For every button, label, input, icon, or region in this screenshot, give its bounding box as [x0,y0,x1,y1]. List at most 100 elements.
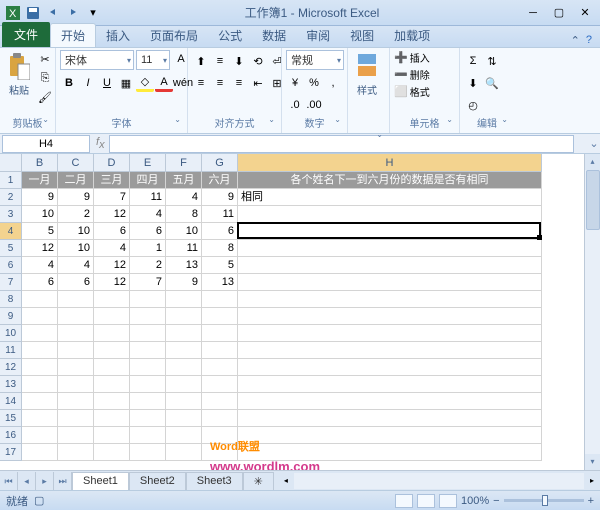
scroll-down-icon[interactable]: ▾ [585,454,600,470]
percent-icon[interactable]: % [305,74,323,92]
cell[interactable] [202,393,238,410]
cell[interactable] [94,359,130,376]
cell[interactable] [238,342,542,359]
cell[interactable] [202,376,238,393]
cell[interactable] [58,427,94,444]
formula-expand-icon[interactable]: ⌄ [588,137,600,150]
align-left-icon[interactable]: ≡ [192,74,210,92]
cell[interactable]: 8 [202,240,238,257]
cell[interactable] [22,376,58,393]
sheet-last-icon[interactable]: ⏭ [54,472,72,490]
cell[interactable] [58,342,94,359]
qat-more-icon[interactable]: ▾ [84,4,102,22]
underline-icon[interactable]: U [98,74,116,92]
cell[interactable]: 2 [58,206,94,223]
cell[interactable]: 6 [202,223,238,240]
copy-icon[interactable]: ⎘ [36,69,54,87]
cell[interactable] [166,427,202,444]
row-header-10[interactable]: 10 [0,325,22,342]
row-header-2[interactable]: 2 [0,189,22,206]
cell[interactable] [22,444,58,461]
cell[interactable]: 4 [94,240,130,257]
cell[interactable] [130,325,166,342]
tab-review[interactable]: 审阅 [296,24,340,47]
cell[interactable] [22,359,58,376]
cell[interactable] [238,257,542,274]
cell[interactable]: 10 [22,206,58,223]
cell[interactable]: 1 [130,240,166,257]
font-size-combo[interactable]: 11 [136,50,170,70]
new-sheet-icon[interactable]: ✳ [243,472,274,490]
cell[interactable] [202,444,238,461]
cell[interactable] [22,291,58,308]
cell[interactable] [22,325,58,342]
cell[interactable] [130,444,166,461]
cell[interactable] [238,240,542,257]
col-header-F[interactable]: F [166,154,202,172]
cell[interactable]: 10 [166,223,202,240]
cell[interactable] [130,427,166,444]
tab-home[interactable]: 开始 [50,23,96,47]
cell[interactable] [202,410,238,427]
cell[interactable]: 相同 [238,189,542,206]
cell[interactable] [202,359,238,376]
save-icon[interactable] [24,4,42,22]
cell[interactable]: 11 [130,189,166,206]
row-header-8[interactable]: 8 [0,291,22,308]
cell[interactable] [58,376,94,393]
cell[interactable] [94,393,130,410]
cell[interactable] [94,342,130,359]
cell[interactable] [94,376,130,393]
cell[interactable] [238,359,542,376]
cell[interactable] [166,444,202,461]
delete-cells-label[interactable]: 删除 [410,67,430,82]
row-header-3[interactable]: 3 [0,206,22,223]
cell[interactable] [166,410,202,427]
currency-icon[interactable]: ¥ [286,74,304,92]
cell[interactable] [238,274,542,291]
cell[interactable] [130,359,166,376]
tab-addin[interactable]: 加载项 [384,24,440,47]
minimize-icon[interactable]: ─ [522,5,544,21]
cell[interactable] [22,427,58,444]
row-header-17[interactable]: 17 [0,444,22,461]
row-header-4[interactable]: 4 [0,223,22,240]
row-header-1[interactable]: 1 [0,172,22,189]
cell[interactable] [130,308,166,325]
zoom-out-icon[interactable]: − [493,495,499,507]
format-cells-label[interactable]: 格式 [410,84,430,99]
cell[interactable]: 二月 [58,172,94,189]
col-header-G[interactable]: G [202,154,238,172]
italic-icon[interactable]: I [79,74,97,92]
cell[interactable] [130,376,166,393]
cell[interactable]: 各个姓名下一到六月份的数据是否有相同 [238,172,542,189]
sheet-prev-icon[interactable]: ◂ [18,472,36,490]
insert-cells-icon[interactable]: ➕ [394,51,408,64]
cell[interactable]: 9 [22,189,58,206]
row-header-16[interactable]: 16 [0,427,22,444]
cell[interactable] [58,359,94,376]
cell[interactable]: 5 [202,257,238,274]
cell[interactable] [166,376,202,393]
row-header-13[interactable]: 13 [0,376,22,393]
cell[interactable] [166,291,202,308]
cell[interactable] [238,393,542,410]
undo-icon[interactable] [44,4,62,22]
sort-icon[interactable]: ⇅ [483,52,501,70]
cell[interactable] [238,223,542,240]
orientation-icon[interactable]: ⟲ [249,52,267,70]
format-cells-icon[interactable]: ⬜ [394,85,408,98]
cell[interactable] [238,410,542,427]
cell[interactable]: 4 [130,206,166,223]
fx-icon[interactable]: fx [96,136,105,151]
formula-bar[interactable] [109,135,574,153]
cell[interactable] [58,308,94,325]
cell[interactable]: 12 [94,257,130,274]
tab-file[interactable]: 文件 [2,22,50,47]
painter-icon[interactable]: 🖌 [36,88,54,106]
view-layout-icon[interactable] [417,494,435,508]
font-color-icon[interactable]: A [155,74,173,92]
cell[interactable]: 10 [58,240,94,257]
ribbon-min-icon[interactable]: ⌃ [571,34,580,47]
cell[interactable] [202,342,238,359]
